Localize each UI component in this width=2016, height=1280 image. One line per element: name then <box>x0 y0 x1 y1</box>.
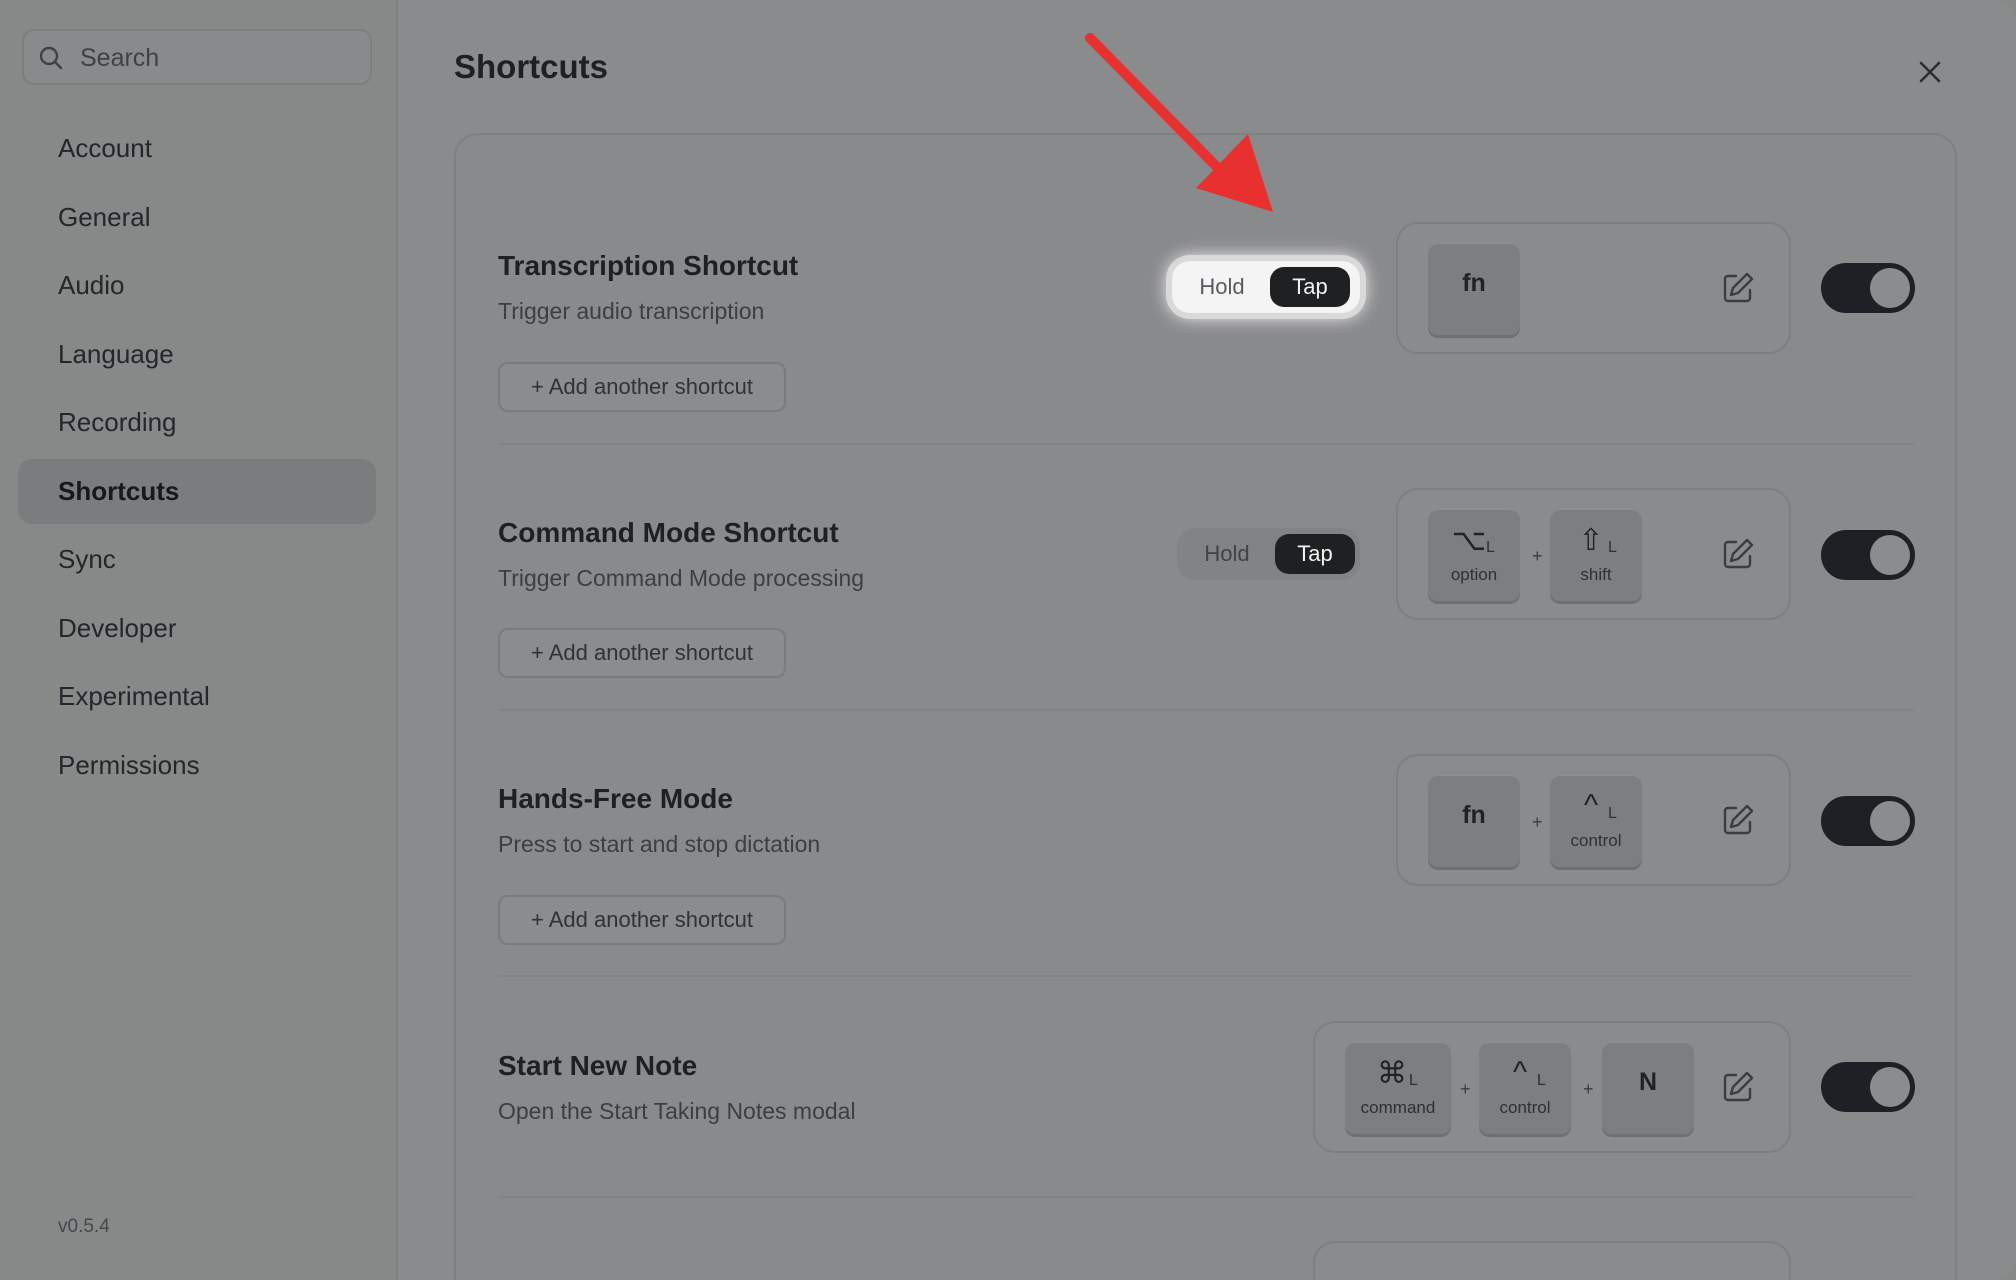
key-combo-box-partial <box>1313 1241 1791 1280</box>
add-shortcut-button[interactable]: + Add another shortcut <box>498 362 786 412</box>
hold-tap-toggle[interactable]: Hold Tap <box>1172 261 1360 313</box>
key-fn: fn <box>1428 243 1520 335</box>
red-arrow-annotation <box>1085 33 1273 212</box>
row-title: Transcription Shortcut <box>498 250 799 281</box>
row-title: Start New Note <box>498 1050 698 1081</box>
key-label: shift <box>1580 565 1612 584</box>
key-label: command <box>1360 1098 1436 1117</box>
row-divider <box>498 443 1914 445</box>
sidebar: Account General Audio Language Recording… <box>0 0 398 1280</box>
key-side: L <box>1608 539 1617 556</box>
toggle-knob <box>1870 801 1910 841</box>
version-label: v0.5.4 <box>58 1216 110 1237</box>
add-shortcut-button[interactable]: + Add another shortcut <box>498 628 786 678</box>
sidebar-item-audio[interactable]: Audio <box>18 253 376 318</box>
key-command: ⌘ L command <box>1345 1042 1451 1134</box>
plus-sign: + <box>1583 1079 1594 1099</box>
add-shortcut-button[interactable]: + Add another shortcut <box>498 895 786 945</box>
row-subtitle: Open the Start Taking Notes modal <box>498 1098 856 1124</box>
sidebar-item-recording[interactable]: Recording <box>18 390 376 455</box>
tap-option[interactable]: Tap <box>1275 534 1355 574</box>
key-n: N <box>1602 1042 1694 1134</box>
key-side: L <box>1608 805 1617 822</box>
sidebar-item-shortcuts[interactable]: Shortcuts <box>18 458 376 524</box>
key-control: ^ L control <box>1550 775 1642 867</box>
sidebar-item-developer[interactable]: Developer <box>18 596 376 661</box>
edit-icon[interactable] <box>1720 802 1756 838</box>
key-label: control <box>1570 831 1622 850</box>
control-icon: ^ <box>1512 1056 1528 1089</box>
command-icon: ⌘ <box>1377 1057 1407 1090</box>
key-side: L <box>1409 1072 1418 1089</box>
key-combo-box[interactable]: fn + ^ L control <box>1396 754 1791 886</box>
enable-toggle[interactable] <box>1821 263 1915 313</box>
sidebar-item-sync[interactable]: Sync <box>18 527 376 592</box>
sidebar-item-language[interactable]: Language <box>18 322 376 387</box>
key-label: fn <box>1462 269 1486 297</box>
row-subtitle: Trigger Command Mode processing <box>498 565 865 591</box>
toggle-knob <box>1870 1067 1910 1107</box>
row-divider <box>498 975 1914 977</box>
sidebar-item-permissions[interactable]: Permissions <box>18 733 376 798</box>
key-combo-box[interactable]: fn <box>1396 222 1791 354</box>
key-side: L <box>1486 539 1495 556</box>
sidebar-item-account[interactable]: Account <box>18 116 376 181</box>
enable-toggle[interactable] <box>1821 1062 1915 1112</box>
key-label: N <box>1638 1068 1658 1096</box>
enable-toggle[interactable] <box>1821 796 1915 846</box>
shift-icon: ⇧ <box>1578 524 1604 557</box>
hold-option[interactable]: Hold <box>1182 267 1262 307</box>
settings-window: Account General Audio Language Recording… <box>0 0 2016 1280</box>
hold-tap-toggle[interactable]: Hold Tap <box>1177 528 1360 580</box>
key-option: ⌥ L option <box>1428 509 1520 601</box>
row-subtitle: Press to start and stop dictation <box>498 831 821 857</box>
key-control: ^ L control <box>1479 1042 1571 1134</box>
row-divider <box>498 1196 1914 1198</box>
search-input[interactable] <box>78 39 362 77</box>
toggle-knob <box>1870 535 1910 575</box>
key-label: fn <box>1462 801 1486 829</box>
enable-toggle[interactable] <box>1821 530 1915 580</box>
sidebar-item-experimental[interactable]: Experimental <box>18 664 376 729</box>
edit-icon[interactable] <box>1720 1069 1756 1105</box>
row-divider <box>498 709 1914 711</box>
row-title: Hands-Free Mode <box>498 783 733 814</box>
row-subtitle: Trigger audio transcription <box>498 298 765 324</box>
key-label: option <box>1450 565 1498 584</box>
edit-icon[interactable] <box>1720 270 1756 306</box>
toggle-knob <box>1870 268 1910 308</box>
row-title: Command Mode Shortcut <box>498 517 839 548</box>
sidebar-nav: Account General Audio Language Recording… <box>18 116 376 801</box>
control-icon: ^ <box>1583 789 1599 822</box>
key-label: control <box>1499 1098 1551 1117</box>
key-combo-box[interactable]: ⌥ L option + ⇧ L shift <box>1396 488 1791 620</box>
hold-option[interactable]: Hold <box>1187 534 1267 574</box>
key-side: L <box>1537 1072 1546 1089</box>
search-icon <box>39 46 63 70</box>
key-shift: ⇧ L shift <box>1550 509 1642 601</box>
option-icon: ⌥ <box>1451 524 1487 557</box>
key-combo-box[interactable]: ⌘ L command + ^ L control + N <box>1313 1021 1791 1153</box>
page-title: Shortcuts <box>454 48 609 85</box>
search-box[interactable] <box>22 29 372 85</box>
key-fn: fn <box>1428 775 1520 867</box>
sidebar-item-general[interactable]: General <box>18 185 376 250</box>
close-icon[interactable] <box>1913 55 1947 89</box>
tap-option[interactable]: Tap <box>1270 267 1350 307</box>
edit-icon[interactable] <box>1720 536 1756 572</box>
